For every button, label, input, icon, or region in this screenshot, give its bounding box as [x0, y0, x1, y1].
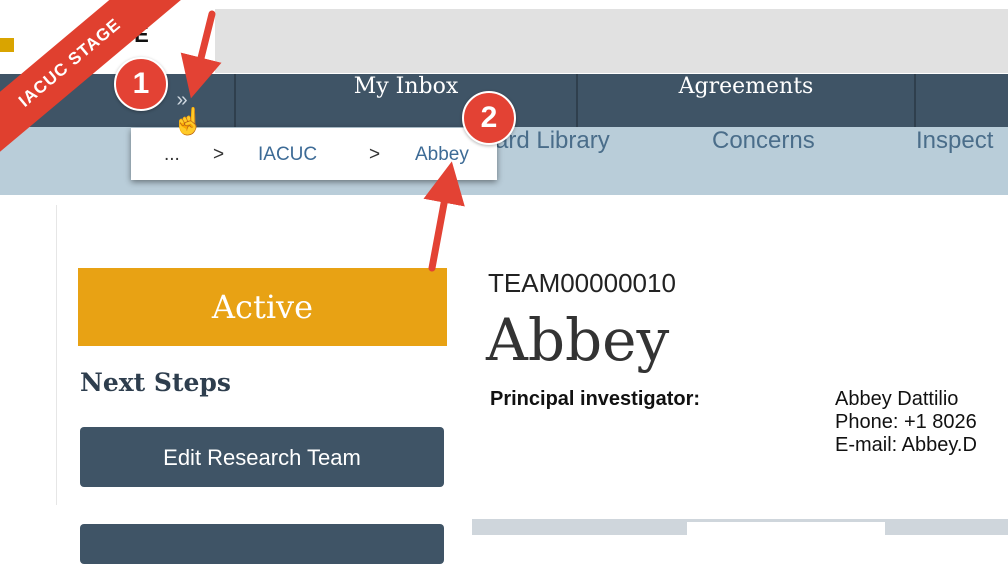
hand-cursor-icon: ☝	[172, 106, 205, 136]
arrow-2	[423, 161, 465, 272]
arrow-1	[180, 10, 222, 99]
annotation-badge-1: 1	[114, 57, 168, 111]
annotation-badge-2: 2	[462, 91, 516, 145]
